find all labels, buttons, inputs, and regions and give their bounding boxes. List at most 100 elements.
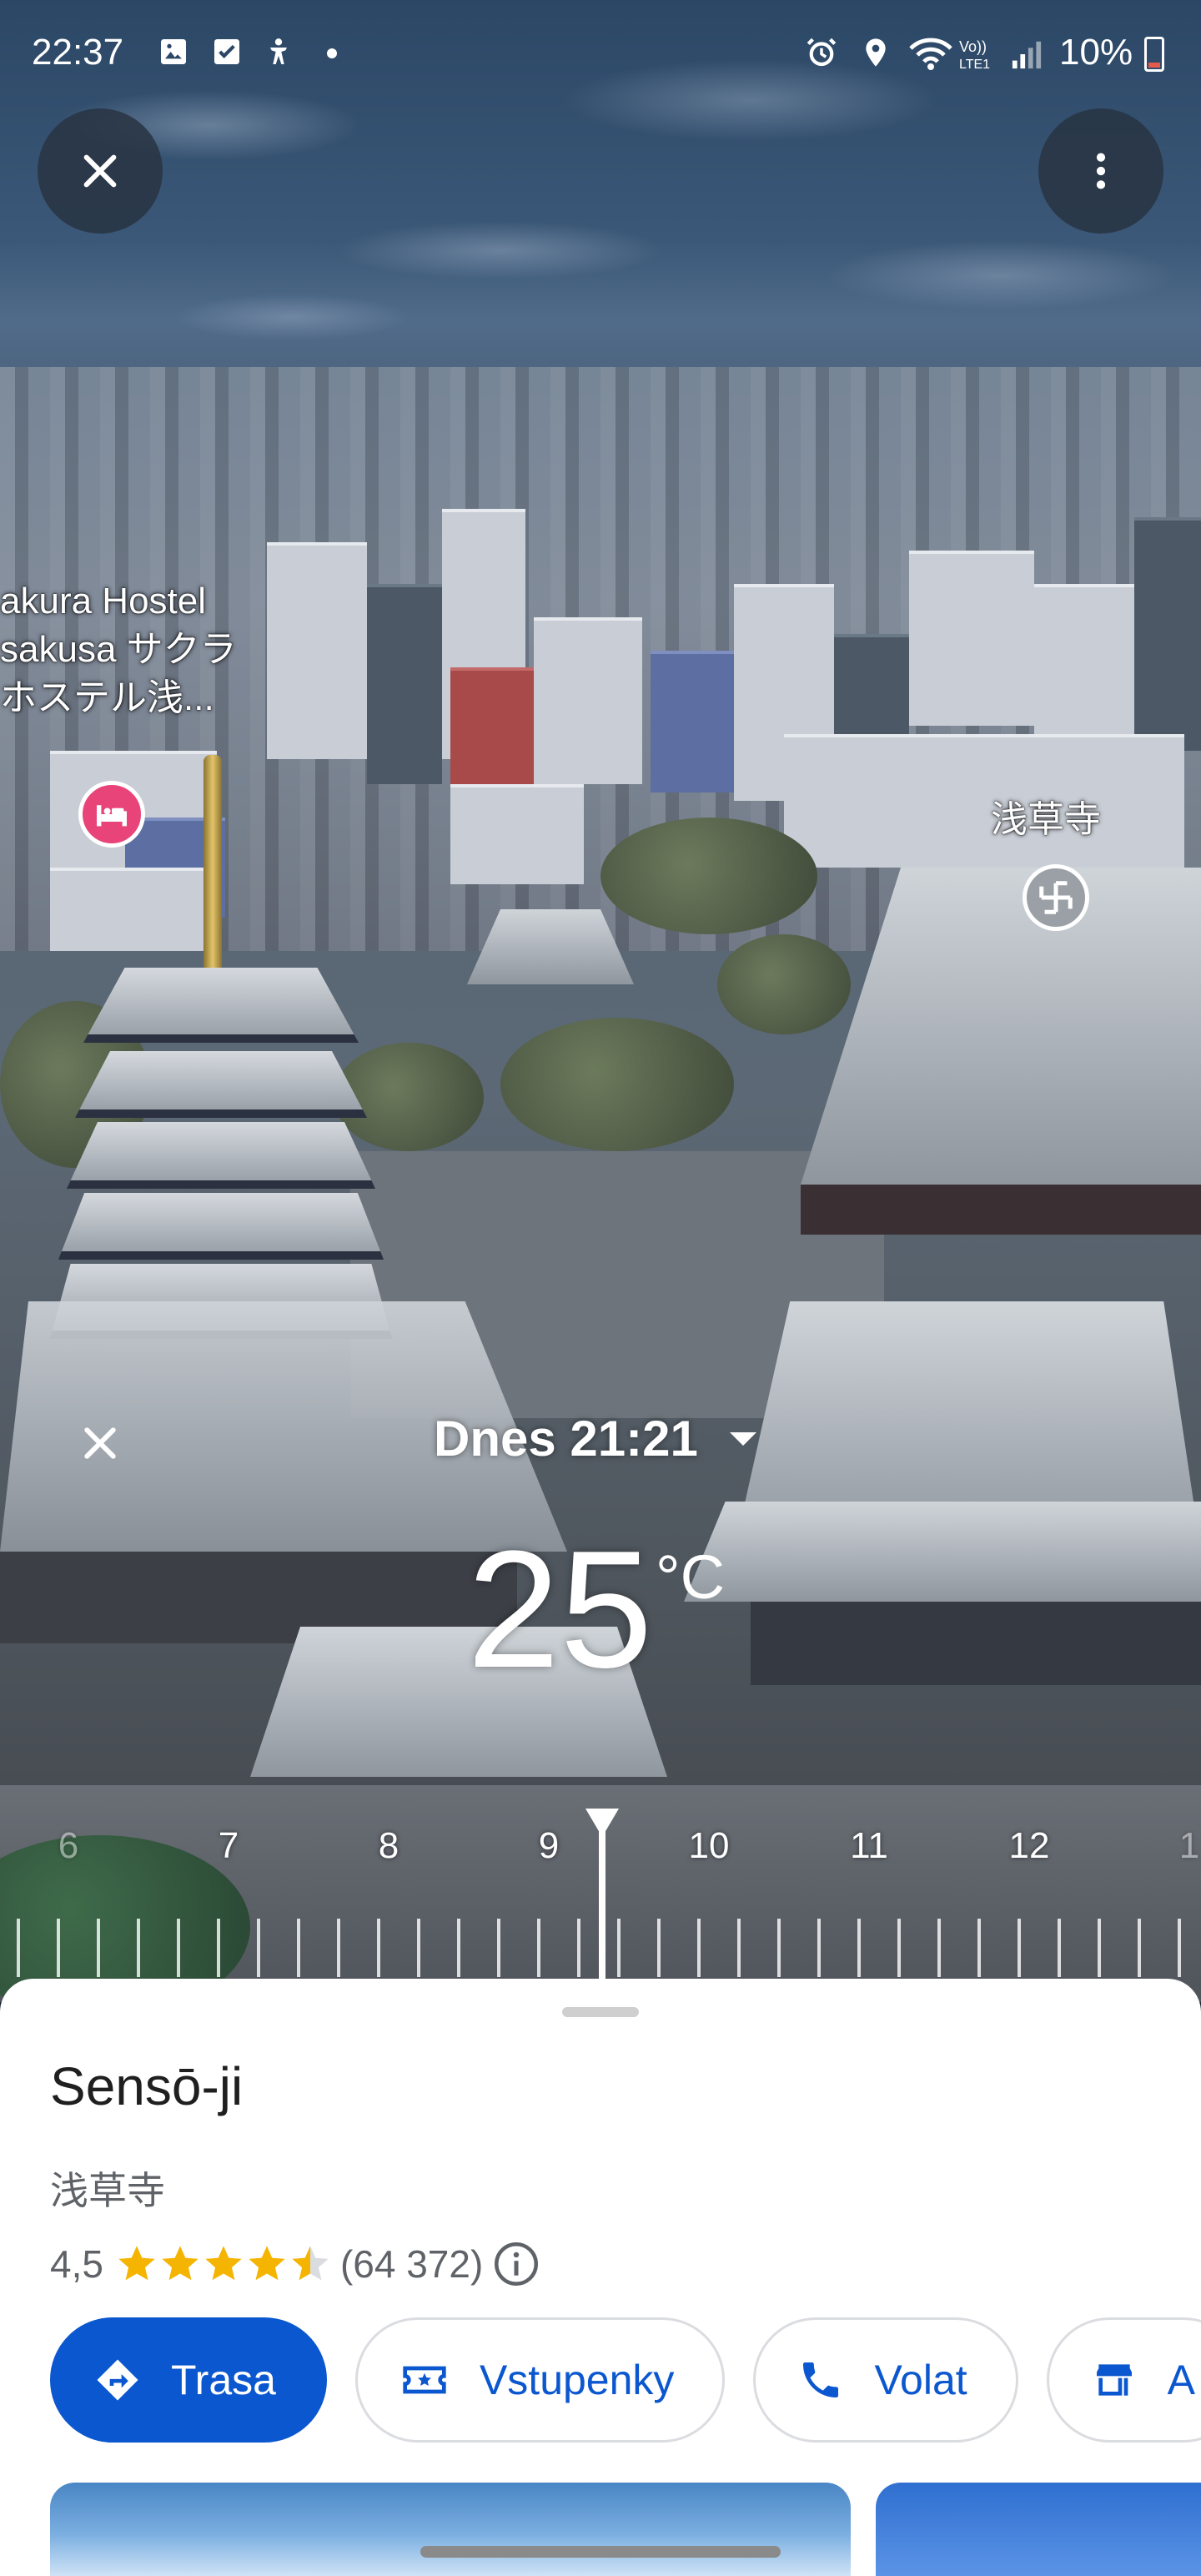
timeline-minor-tick xyxy=(257,1919,260,1977)
ticket-icon xyxy=(403,2366,446,2394)
rating-stars xyxy=(115,2242,332,2286)
wifi-icon xyxy=(909,38,952,70)
timeline-minor-tick xyxy=(817,1919,821,1977)
alarm-icon xyxy=(807,38,837,67)
timeline-hour-label: 6 xyxy=(58,1825,79,1866)
store-label: A xyxy=(1167,2357,1196,2403)
building xyxy=(909,551,1034,726)
more-options-button[interactable] xyxy=(1038,108,1163,234)
pagoda-tier xyxy=(75,1051,367,1118)
dropdown-arrow-icon xyxy=(729,1431,756,1446)
timeline-minor-tick xyxy=(577,1919,580,1977)
svg-text:LTE1: LTE1 xyxy=(959,58,990,72)
star-icon xyxy=(292,2246,329,2281)
directions-button[interactable]: Trasa xyxy=(50,2317,327,2443)
place-subtitle: 浅草寺 xyxy=(50,2169,165,2212)
timeline-minor-tick xyxy=(1178,1919,1181,1977)
sheet-drag-handle[interactable] xyxy=(562,2007,639,2017)
timeline-hour-label: 1 xyxy=(1178,1825,1200,1866)
checkbox-icon xyxy=(214,39,239,64)
gesture-nav-bar[interactable] xyxy=(420,2546,781,2558)
close-icon xyxy=(84,1427,116,1459)
temple-pin[interactable] xyxy=(1023,864,1089,931)
timeline-hour-label: 9 xyxy=(538,1825,560,1866)
timeline-minor-tick xyxy=(1018,1919,1021,1977)
star-icon xyxy=(249,2246,285,2281)
building xyxy=(784,734,1184,868)
timeline-hour-label: 12 xyxy=(1008,1825,1050,1866)
timeline-hour-label: 11 xyxy=(850,1825,888,1866)
building xyxy=(450,784,584,884)
place-photo[interactable] xyxy=(876,2483,1201,2576)
building xyxy=(651,651,742,792)
call-button[interactable]: Volat xyxy=(753,2317,1018,2443)
temple-icon xyxy=(1039,881,1073,914)
volte-icon: Vo)) LTE1 xyxy=(959,38,990,72)
directions-icon xyxy=(97,2359,138,2401)
rating-value: 4,5 xyxy=(50,2242,103,2286)
place-photo[interactable] xyxy=(50,2483,851,2576)
gallery-icon xyxy=(161,39,186,64)
timeline-minor-tick xyxy=(217,1919,220,1977)
info-icon[interactable] xyxy=(491,2239,541,2289)
timeline-minor-tick xyxy=(417,1919,420,1977)
place-bottom-sheet[interactable]: Sensō-ji 浅草寺 4,5 (64 372) Trasa Vstupenk… xyxy=(0,1979,1201,2576)
weather-time-selector[interactable]: Dnes 21:21 xyxy=(434,1410,756,1467)
pagoda-spire xyxy=(204,755,222,980)
timeline-minor-tick xyxy=(977,1919,981,1977)
trees xyxy=(600,818,817,934)
directions-label: Trasa xyxy=(171,2357,276,2403)
timeline-minor-tick xyxy=(537,1919,540,1977)
weather-temperature-unit: °C xyxy=(656,1542,726,1612)
star-icon xyxy=(118,2246,155,2281)
pagoda-tier xyxy=(58,1193,384,1260)
building xyxy=(50,868,209,951)
close-icon xyxy=(83,154,117,188)
timeline-minor-tick xyxy=(17,1919,20,1977)
timeline-hour-label: 7 xyxy=(218,1825,239,1866)
weather-temperature: 25 xyxy=(467,1517,653,1703)
timeline-minor-tick xyxy=(697,1919,701,1977)
rating-row[interactable]: 4,5 (64 372) xyxy=(50,2239,541,2289)
close-button[interactable] xyxy=(38,108,163,234)
timeline-minor-tick xyxy=(497,1919,500,1977)
timeline-minor-tick xyxy=(897,1919,901,1977)
more-vert-icon xyxy=(1096,153,1106,189)
signal-icon xyxy=(1012,41,1042,69)
timeline-needle-head[interactable] xyxy=(585,1809,619,1837)
tickets-button[interactable]: Vstupenky xyxy=(354,2317,726,2443)
trees xyxy=(717,934,851,1034)
timeline-minor-tick xyxy=(1098,1919,1101,1977)
building xyxy=(267,542,367,759)
timeline-minor-tick xyxy=(737,1919,741,1977)
hotel-icon xyxy=(97,805,127,827)
review-count: (64 372) xyxy=(339,2242,484,2286)
building xyxy=(367,584,442,784)
battery-percentage: 10% xyxy=(1059,32,1133,73)
timeline-needle[interactable] xyxy=(599,1810,606,2002)
pagoda-tier xyxy=(67,1122,375,1189)
hostel-label[interactable]: akura Hostel sakusa サクラ ホステル浅... xyxy=(0,577,237,722)
battery-icon xyxy=(1144,37,1164,72)
main-hall-base xyxy=(801,1185,1201,1235)
temple-label[interactable]: 浅草寺 xyxy=(991,796,1101,844)
svg-text:Vo)): Vo)) xyxy=(959,38,987,55)
timeline-minor-tick xyxy=(657,1919,661,1977)
timeline-minor-tick xyxy=(57,1919,60,1977)
weather-close-button[interactable] xyxy=(67,1410,133,1477)
star-icon xyxy=(205,2246,242,2281)
place-title: Sensō-ji xyxy=(50,2056,244,2116)
location-icon xyxy=(866,38,886,67)
action-chips: Trasa Vstupenky Volat A xyxy=(50,2317,1201,2443)
status-time: 22:37 xyxy=(32,32,124,73)
status-bar: 22:37 Vo)) LTE1 10% xyxy=(0,0,1201,108)
timeline-minor-tick xyxy=(137,1919,140,1977)
store-button[interactable]: A xyxy=(1046,2317,1201,2443)
building xyxy=(534,617,642,784)
pagoda-tier xyxy=(83,968,359,1043)
tickets-label: Vstupenky xyxy=(479,2357,675,2403)
trees xyxy=(334,1043,484,1151)
timeline-minor-tick xyxy=(617,1919,621,1977)
hotel-pin[interactable] xyxy=(78,781,145,848)
call-label: Volat xyxy=(874,2357,967,2403)
